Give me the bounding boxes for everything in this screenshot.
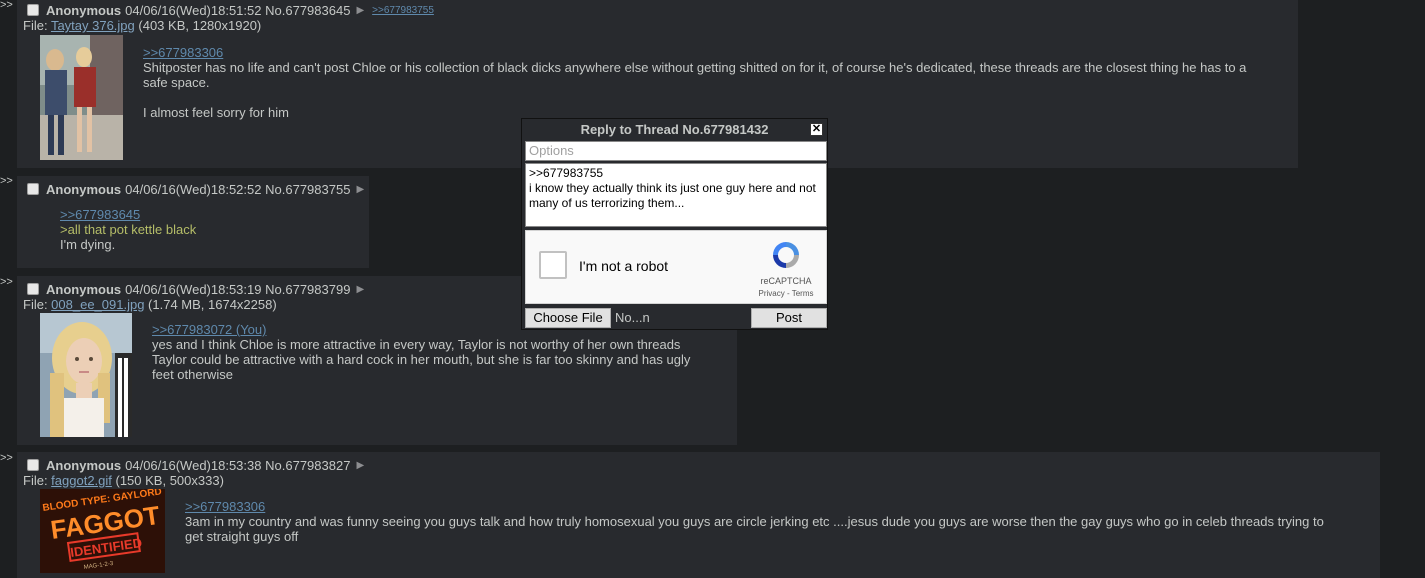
file-meta: (1.74 MB, 1674x2258): [144, 297, 277, 312]
side-arrow: >>: [0, 175, 13, 187]
post-menu-icon[interactable]: ▶: [356, 284, 364, 295]
post-body: >>677983306 3am in my country and was fu…: [185, 499, 1345, 544]
post-checkbox[interactable]: [27, 183, 39, 195]
backlink[interactable]: >>677983755: [372, 5, 434, 16]
side-arrow: >>: [0, 276, 13, 288]
post-menu-icon[interactable]: ▶: [356, 184, 364, 195]
post-body: >>677983645 >all that pot kettle black I…: [60, 207, 360, 252]
file-prefix: File:: [23, 473, 52, 488]
post-menu-icon[interactable]: ▶: [356, 460, 364, 471]
file-info: File: Taytay 376.jpg (403 KB, 1280x1920): [21, 18, 1294, 33]
thread: >> Anonymous 04/06/16(Wed)18:51:52 No.67…: [0, 0, 1425, 578]
post-body: >>677983072 (You) yes and I think Chloe …: [152, 322, 712, 382]
quick-reply-header[interactable]: Reply to Thread No.677981432 ✕: [522, 119, 827, 141]
post-text-line: Shitposter has no life and can't post Ch…: [143, 60, 1247, 90]
post-677983755: Anonymous 04/06/16(Wed)18:52:52 No.67798…: [17, 176, 369, 268]
post-datetime: 04/06/16(Wed)18:51:52: [125, 2, 262, 18]
post-thumbnail[interactable]: BLOOD TYPE: GAYLORD FAGGOT IDENTIFIED MA…: [40, 489, 165, 573]
post-body: >>677983306 Shitposter has no life and c…: [143, 45, 1263, 120]
post-info: Anonymous 04/06/16(Wed)18:53:38 No.67798…: [21, 457, 1376, 473]
file-link[interactable]: faggot2.gif: [51, 473, 112, 488]
post-datetime: 04/06/16(Wed)18:53:38: [125, 457, 262, 473]
post-number[interactable]: No.677983799: [265, 282, 350, 297]
quick-reply-title: Reply to Thread No.677981432: [580, 122, 769, 137]
comment-textarea[interactable]: >>677983755 i know they actually think i…: [525, 163, 827, 227]
post-checkbox[interactable]: [27, 283, 39, 295]
options-field[interactable]: Options: [525, 141, 827, 161]
post-datetime: 04/06/16(Wed)18:53:19: [125, 281, 262, 297]
file-prefix: File:: [23, 18, 51, 33]
side-arrow: >>: [0, 0, 13, 11]
file-info: File: faggot2.gif (150 KB, 500x333): [21, 473, 1376, 488]
poster-name: Anonymous: [46, 457, 122, 473]
recaptcha-label: I'm not a robot: [579, 258, 669, 274]
quote-link[interactable]: >>677983306: [185, 499, 1345, 514]
quick-reply-window: Reply to Thread No.677981432 ✕ Options >…: [521, 118, 828, 330]
post-menu-icon[interactable]: ▶: [356, 5, 364, 16]
recaptcha-checkbox[interactable]: [539, 251, 567, 279]
post-number[interactable]: No.677983827: [265, 458, 350, 473]
recaptcha-widget: I'm not a robot reCAPTCHA Privacy - Term…: [525, 230, 827, 304]
post-number[interactable]: No.677983755: [265, 182, 350, 197]
post-button[interactable]: Post: [751, 308, 827, 328]
file-prefix: File:: [23, 297, 52, 312]
post-text-line: 3am in my country and was funny seeing y…: [185, 514, 1324, 544]
recaptcha-icon: [773, 242, 799, 268]
file-meta: (403 KB, 1280x1920): [134, 18, 262, 33]
recaptcha-privacy-terms[interactable]: Privacy - Terms: [756, 289, 816, 298]
post-checkbox[interactable]: [27, 459, 39, 471]
post-text-line: I'm dying.: [60, 237, 116, 252]
post-thumbnail[interactable]: [40, 35, 123, 160]
post-text-line: yes and I think Chloe is more attractive…: [152, 337, 681, 352]
post-info: Anonymous 04/06/16(Wed)18:52:52 No.67798…: [21, 181, 365, 197]
recaptcha-brand: reCAPTCHA: [760, 276, 812, 286]
side-arrow: >>: [0, 452, 13, 464]
selected-file-name: No...n: [615, 310, 650, 325]
post-number[interactable]: No.677983645: [265, 3, 350, 18]
poster-name: Anonymous: [46, 181, 122, 197]
greentext-line: >all that pot kettle black: [60, 222, 197, 237]
post-info: Anonymous 04/06/16(Wed)18:51:52 No.67798…: [21, 2, 1294, 18]
quote-link[interactable]: >>677983306: [143, 45, 1263, 60]
post-677983827: Anonymous 04/06/16(Wed)18:53:38 No.67798…: [17, 452, 1380, 578]
file-link[interactable]: Taytay 376.jpg: [51, 18, 135, 33]
recaptcha-logo: reCAPTCHA Privacy - Terms: [756, 239, 816, 298]
file-meta: (150 KB, 500x333): [111, 473, 224, 488]
post-thumbnail[interactable]: [40, 313, 132, 437]
post-checkbox[interactable]: [27, 4, 39, 16]
poster-name: Anonymous: [46, 281, 122, 297]
close-icon[interactable]: ✕: [810, 123, 823, 136]
post-text-line: Taylor could be attractive with a hard c…: [152, 352, 691, 382]
choose-file-button[interactable]: Choose File: [525, 308, 611, 328]
quote-link[interactable]: >>677983645: [60, 207, 360, 222]
file-link[interactable]: 008_ee_091.jpg: [51, 297, 144, 312]
post-datetime: 04/06/16(Wed)18:52:52: [125, 181, 262, 197]
poster-name: Anonymous: [46, 2, 122, 18]
